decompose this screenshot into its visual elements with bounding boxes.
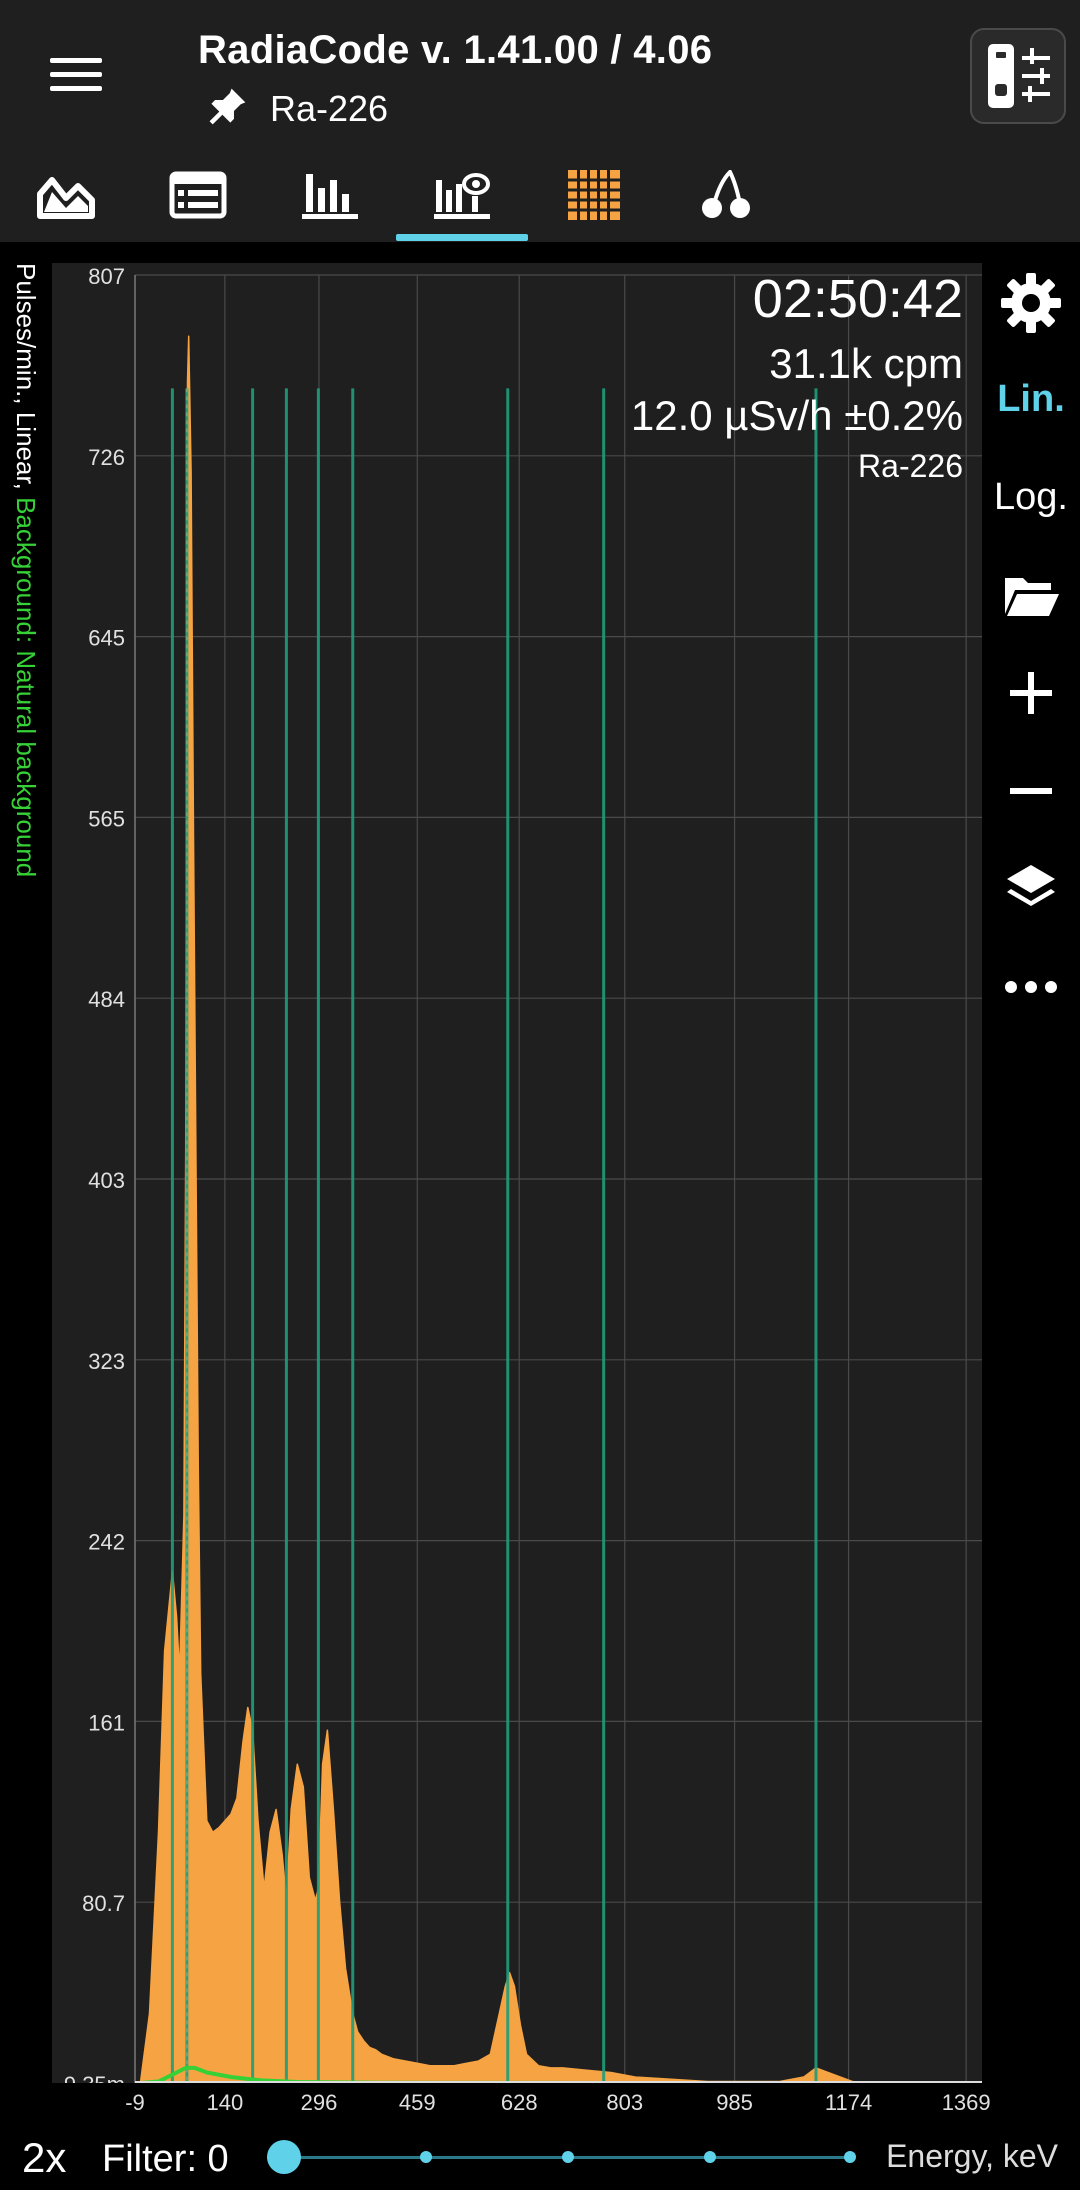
- y-tick-label: 403: [88, 1168, 125, 1193]
- active-tab-indicator: [396, 234, 528, 241]
- x-tick-label: 1174: [824, 2090, 873, 2115]
- table-icon: [169, 171, 227, 219]
- y-tick-label: 9.35m: [64, 2072, 125, 2083]
- y-tick-label: 565: [88, 806, 125, 831]
- minus-icon: [1010, 788, 1052, 794]
- hamburger-icon: [50, 58, 102, 63]
- x-tick-label: 459: [398, 2090, 436, 2115]
- menu-button[interactable]: [40, 50, 110, 100]
- grid-icon: [568, 170, 620, 220]
- hamburger-icon-bar: [50, 86, 102, 91]
- log-scale-button[interactable]: Log.: [982, 457, 1080, 537]
- device-controls-button[interactable]: [970, 28, 1066, 124]
- tab-history[interactable]: [132, 148, 264, 242]
- zoom-out-button[interactable]: [982, 751, 1080, 831]
- layers-button[interactable]: [982, 849, 1080, 929]
- y-axis-title: Pulses/min., Linear, Background: Natural…: [3, 263, 47, 1263]
- area-chart-icon: [37, 177, 95, 219]
- dose-rate: 12.0 µSv/h ±0.2%: [630, 392, 963, 439]
- y-axis-title-background: Background: Natural background: [11, 497, 41, 878]
- filter-slider-step: [420, 2151, 432, 2163]
- device-settings-icon: [988, 44, 1050, 108]
- spectrum-chart[interactable]: 807 726 645 565 484 403 323 242 161 80.7 9.35m: [52, 263, 982, 2083]
- filter-slider-step: [704, 2151, 716, 2163]
- folder-open-icon: [1005, 578, 1059, 616]
- tab-dose-rate[interactable]: [0, 148, 132, 242]
- x-tick-label: 985: [716, 2090, 753, 2115]
- more-horizontal-icon: [1005, 981, 1057, 993]
- app-title: RadiaCode v. 1.41.00 / 4.06: [198, 28, 713, 72]
- tab-grid[interactable]: [528, 148, 660, 242]
- zoom-level[interactable]: 2x: [22, 2134, 66, 2182]
- plus-icon: [1010, 672, 1052, 714]
- tab-bar: [0, 148, 1080, 242]
- y-tick-label: 323: [88, 1349, 125, 1374]
- y-tick-label: 484: [88, 987, 125, 1012]
- x-tick-label: 1369: [941, 2090, 991, 2115]
- y-axis-title-main: Pulses/min., Linear,: [11, 263, 41, 498]
- filter-label: Filter: 0: [102, 2138, 229, 2180]
- filter-slider-step: [844, 2151, 856, 2163]
- tab-spectrum[interactable]: [396, 148, 528, 242]
- cherry-icon: [702, 170, 750, 218]
- tab-isotopes[interactable]: [660, 148, 792, 242]
- bar-chart-icon: [302, 174, 358, 219]
- filter-slider-handle[interactable]: [267, 2140, 301, 2174]
- overlay-source: Ra-226: [858, 448, 963, 484]
- x-axis-title: Energy, keV: [886, 2138, 1058, 2174]
- open-file-button[interactable]: [982, 555, 1080, 635]
- hamburger-icon-bar: [50, 72, 102, 77]
- filter-slider-step: [562, 2151, 574, 2163]
- x-tick-label: -9: [125, 2090, 145, 2115]
- y-tick-label: 242: [88, 1530, 125, 1555]
- x-tick-label: 296: [300, 2090, 338, 2115]
- linear-scale-button[interactable]: Lin.: [982, 359, 1080, 439]
- x-tick-label: 803: [606, 2090, 644, 2115]
- x-tick-label: 628: [500, 2090, 538, 2115]
- pin-icon: [209, 88, 246, 125]
- more-button[interactable]: [982, 947, 1080, 1027]
- spectrum-plot[interactable]: 807 726 645 565 484 403 323 242 161 80.7 9.35m: [52, 263, 982, 2083]
- spectrum-icon: [434, 173, 490, 219]
- gear-icon: [1001, 273, 1061, 333]
- spectrum-area: [139, 335, 967, 2083]
- y-tick-label: 726: [88, 445, 125, 470]
- measurement-time: 02:50:42: [752, 269, 963, 329]
- y-tick-label: 807: [88, 264, 125, 289]
- zoom-in-button[interactable]: [982, 653, 1080, 733]
- y-tick-label: 80.7: [82, 1891, 125, 1916]
- y-axis-title-text: Pulses/min., Linear, Background: Natural…: [10, 263, 41, 877]
- settings-button[interactable]: [982, 263, 1080, 343]
- chart-side-panel: Lin. Log.: [982, 263, 1080, 1045]
- y-tick-label: 161: [88, 1710, 125, 1735]
- tab-histogram[interactable]: [264, 148, 396, 242]
- app-bar: RadiaCode v. 1.41.00 / 4.06 Ra-226: [0, 0, 1080, 148]
- x-tick-label: 140: [206, 2090, 244, 2115]
- layers-icon: [1007, 865, 1055, 906]
- source-name: Ra-226: [270, 88, 389, 129]
- y-tick-label: 645: [88, 626, 125, 651]
- count-rate: 31.1k cpm: [769, 340, 963, 387]
